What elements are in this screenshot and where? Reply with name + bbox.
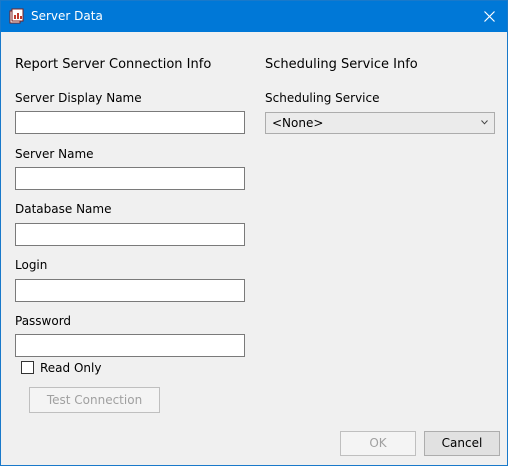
test-connection-button[interactable]: Test Connection [29, 387, 160, 413]
close-button[interactable] [473, 1, 507, 32]
server-display-name-input[interactable] [15, 111, 245, 134]
connection-heading: Report Server Connection Info [15, 57, 212, 72]
scheduling-service-value: <None> [272, 116, 324, 130]
server-display-name-label: Server Display Name [15, 91, 142, 105]
login-label: Login [15, 258, 48, 272]
database-name-input[interactable] [15, 223, 245, 246]
scheduling-heading: Scheduling Service Info [265, 57, 418, 72]
server-name-input[interactable] [15, 167, 245, 190]
ok-label: OK [369, 436, 387, 450]
read-only-label: Read Only [40, 361, 102, 375]
test-connection-label: Test Connection [46, 393, 143, 407]
title-bar[interactable]: Server Data [1, 1, 507, 32]
password-label: Password [15, 314, 72, 328]
cancel-button[interactable]: Cancel [424, 431, 500, 456]
database-name-label: Database Name [15, 202, 112, 216]
login-input[interactable] [15, 279, 245, 302]
server-data-dialog: Server Data Report Server Connection Inf… [0, 0, 508, 466]
close-icon [484, 11, 495, 22]
password-input[interactable] [15, 334, 245, 357]
cancel-label: Cancel [441, 436, 483, 450]
scheduling-service-select[interactable]: <None> [265, 112, 495, 134]
window-title: Server Data [31, 9, 103, 23]
read-only-checkbox-box[interactable] [21, 361, 34, 374]
chevron-down-icon [481, 120, 488, 125]
server-data-icon [9, 8, 25, 24]
scheduling-service-label: Scheduling Service [265, 91, 380, 105]
ok-button[interactable]: OK [340, 431, 416, 456]
server-name-label: Server Name [15, 147, 94, 161]
